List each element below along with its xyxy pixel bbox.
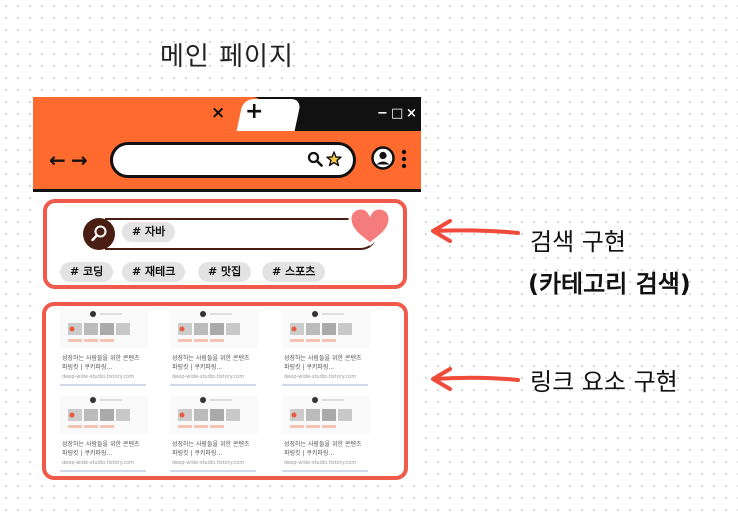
search-section: # 자바 # 코딩 # 재테크 # 맛집 # 스포츠 bbox=[43, 199, 407, 289]
card-thumbnail bbox=[60, 396, 148, 434]
card-title: 성장하는 사람들을 위한 콘텐츠 파링킷 | 쿠키파링... bbox=[62, 355, 140, 371]
link-card[interactable]: 성장하는 사람들을 위한 콘텐츠 파링킷 | 쿠키파링... deep-wide… bbox=[60, 310, 148, 388]
tag-chip-coding[interactable]: # 코딩 bbox=[60, 262, 114, 282]
maximize-button[interactable]: □ bbox=[391, 106, 403, 121]
search-annotation-label: 검색 구현 bbox=[530, 228, 626, 256]
card-url: deep-wide-studio.tistory.com bbox=[172, 460, 245, 466]
profile-icon[interactable] bbox=[371, 146, 395, 170]
forward-arrow-icon[interactable]: → bbox=[71, 148, 88, 172]
window-close-button[interactable]: × bbox=[406, 106, 417, 121]
tag-chip-finance[interactable]: # 재테크 bbox=[122, 262, 186, 282]
card-url: deep-wide-studio.tistory.com bbox=[62, 460, 135, 466]
search-icon bbox=[91, 225, 107, 242]
card-divider bbox=[282, 384, 368, 386]
search-annotation-arrow-icon bbox=[431, 219, 520, 243]
card-divider bbox=[170, 470, 256, 472]
star-icon[interactable] bbox=[326, 151, 342, 167]
card-url: deep-wide-studio.tistory.com bbox=[284, 374, 357, 380]
link-card[interactable]: 성장하는 사람들을 위한 콘텐츠 파링킷 | 쿠키파링... deep-wide… bbox=[282, 396, 370, 474]
link-annotation-arrow-icon bbox=[431, 367, 520, 391]
heart-icon[interactable] bbox=[347, 205, 393, 247]
page-title: 메인 페이지 bbox=[160, 42, 294, 72]
card-divider bbox=[60, 384, 146, 386]
link-card[interactable]: 성장하는 사람들을 위한 콘텐츠 파링킷 | 쿠키파링... deep-wide… bbox=[282, 310, 370, 388]
card-divider bbox=[170, 384, 256, 386]
card-thumbnail bbox=[170, 310, 258, 348]
back-arrow-icon[interactable]: ← bbox=[49, 148, 66, 172]
card-thumbnail bbox=[282, 396, 370, 434]
card-title: 성장하는 사람들을 위한 콘텐츠 파링킷 | 쿠키파링... bbox=[172, 441, 250, 457]
card-url: deep-wide-studio.tistory.com bbox=[284, 460, 357, 466]
tag-chip-restaurant[interactable]: # 맛집 bbox=[198, 262, 252, 282]
card-thumbnail bbox=[282, 310, 370, 348]
link-card[interactable]: 성장하는 사람들을 위한 콘텐츠 파링킷 | 쿠키파링... deep-wide… bbox=[60, 396, 148, 474]
navigation-bar: ← → bbox=[33, 131, 421, 192]
card-title: 성장하는 사람들을 위한 콘텐츠 파링킷 | 쿠키파링... bbox=[284, 441, 362, 457]
current-tag-chip[interactable]: # 자바 bbox=[122, 222, 176, 242]
card-title: 성장하는 사람들을 위한 콘텐츠 파링킷 | 쿠키파링... bbox=[284, 355, 362, 371]
link-card[interactable]: 성장하는 사람들을 위한 콘텐츠 파링킷 | 쿠키파링... deep-wide… bbox=[170, 310, 258, 388]
search-icon[interactable] bbox=[307, 151, 323, 167]
category-search-annotation-label: (카테고리 검색) bbox=[528, 270, 691, 298]
minimize-button[interactable]: − bbox=[377, 106, 388, 121]
card-title: 성장하는 사람들을 위한 콘텐츠 파링킷 | 쿠키파링... bbox=[172, 355, 250, 371]
new-tab-button[interactable]: + bbox=[245, 99, 263, 124]
card-thumbnail bbox=[60, 310, 148, 348]
card-divider bbox=[60, 470, 146, 472]
card-title: 성장하는 사람들을 위한 콘텐츠 파링킷 | 쿠키파링... bbox=[62, 441, 140, 457]
search-button[interactable] bbox=[83, 218, 115, 250]
kebab-menu-icon[interactable] bbox=[401, 149, 407, 169]
tab-bar: × + − □ × bbox=[33, 97, 421, 131]
tab-close-button[interactable]: × bbox=[211, 103, 225, 123]
link-card[interactable]: 성장하는 사람들을 위한 콘텐츠 파링킷 | 쿠키파링... deep-wide… bbox=[170, 396, 258, 474]
card-url: deep-wide-studio.tistory.com bbox=[62, 374, 135, 380]
address-bar[interactable] bbox=[110, 142, 356, 178]
card-thumbnail bbox=[170, 396, 258, 434]
link-section: 성장하는 사람들을 위한 콘텐츠 파링킷 | 쿠키파링... deep-wide… bbox=[42, 302, 408, 480]
card-divider bbox=[282, 470, 368, 472]
tag-chip-sports[interactable]: # 스포츠 bbox=[262, 262, 326, 282]
card-url: deep-wide-studio.tistory.com bbox=[172, 374, 245, 380]
link-annotation-label: 링크 요소 구현 bbox=[530, 368, 678, 396]
active-tab[interactable] bbox=[33, 97, 263, 131]
